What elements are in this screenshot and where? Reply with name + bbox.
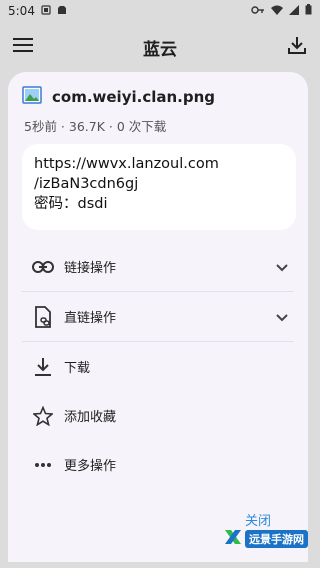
key-icon xyxy=(251,4,265,18)
download-manager-icon[interactable] xyxy=(286,34,308,60)
chevron-down-icon[interactable] xyxy=(276,307,288,326)
menu-item-label: 直链操作 xyxy=(64,311,117,326)
more-horizontal-icon xyxy=(30,452,56,478)
file-name: com.weiyi.clan.png xyxy=(52,88,216,106)
menu-item-label: 添加收藏 xyxy=(64,410,117,425)
watermark-logo-icon xyxy=(224,528,242,550)
file-meta: 5秒前 · 36.7K · 0 次下载 xyxy=(24,119,167,134)
share-url-line2: /izBaN3cdn6gj xyxy=(34,176,139,192)
menu-item-label: 更多操作 xyxy=(64,459,117,474)
wifi-icon xyxy=(271,4,283,18)
menu-item-label: 链接操作 xyxy=(64,261,117,276)
app-bar: 蓝云 xyxy=(0,22,320,72)
watermark: 远景手游网 xyxy=(224,528,316,550)
watermark-text: 远景手游网 xyxy=(245,530,308,548)
menu-item-download[interactable]: 下载 xyxy=(22,342,294,391)
status-time: 5:04 xyxy=(8,4,35,18)
android-icon xyxy=(57,4,67,18)
menu-item-direct-link[interactable]: 直链操作 xyxy=(22,292,294,342)
file-detail-sheet: com.weiyi.clan.png 5秒前 · 36.7K · 0 次下载 h… xyxy=(8,72,308,562)
share-url-line1: https://wwvx.lanzoul.com xyxy=(34,156,219,172)
star-icon xyxy=(30,403,56,429)
link-icon xyxy=(30,254,56,280)
action-menu: 链接操作 直链操作 下载 添加收藏 更多操作 xyxy=(22,242,294,489)
direct-link-file-icon xyxy=(30,304,56,330)
share-password: 密码：dsdi xyxy=(34,196,108,212)
menu-item-add-favorite[interactable]: 添加收藏 xyxy=(22,391,294,440)
chevron-down-icon[interactable] xyxy=(276,257,288,276)
signal-icon xyxy=(289,4,299,18)
status-bar: 5:04 xyxy=(0,0,320,22)
download-icon xyxy=(30,354,56,380)
notification-icon xyxy=(41,4,51,18)
close-button[interactable]: 关闭 xyxy=(245,510,271,529)
image-file-icon xyxy=(22,86,42,108)
share-link-box[interactable]: https://wwvx.lanzoul.com /izBaN3cdn6gj 密… xyxy=(22,144,296,230)
menu-item-link-actions[interactable]: 链接操作 xyxy=(22,242,294,292)
page-title: 蓝云 xyxy=(143,39,177,60)
menu-icon[interactable] xyxy=(12,36,34,58)
menu-item-more-actions[interactable]: 更多操作 xyxy=(22,440,294,489)
battery-icon xyxy=(305,4,312,18)
file-header: com.weiyi.clan.png xyxy=(22,86,215,108)
menu-item-label: 下载 xyxy=(64,361,91,376)
